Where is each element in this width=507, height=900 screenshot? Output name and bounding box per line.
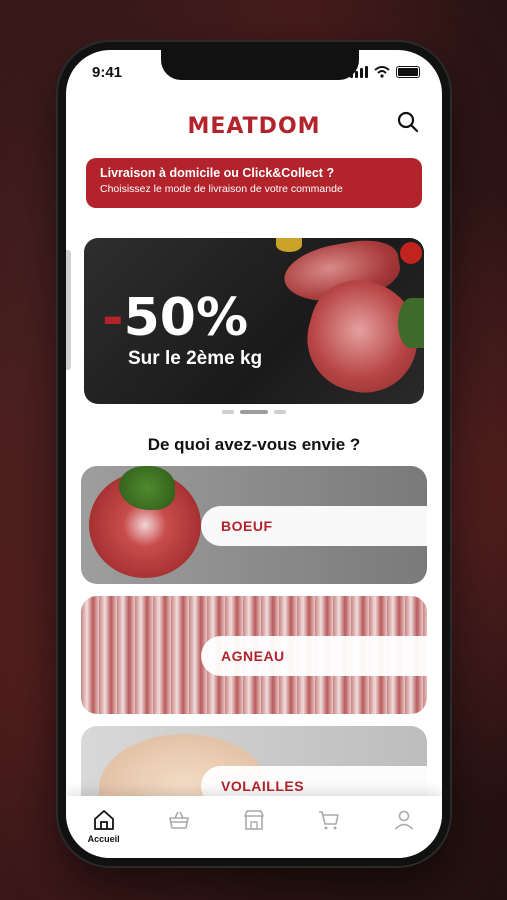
tab-cart[interactable]	[303, 808, 355, 832]
herb-decoration	[398, 298, 424, 348]
tab-basket[interactable]	[153, 808, 205, 832]
status-icons	[350, 66, 420, 78]
section-title: De quoi avez-vous envie ?	[147, 435, 361, 454]
pager-dot-active[interactable]	[240, 410, 268, 414]
battery-icon	[396, 66, 420, 78]
pager-dot[interactable]	[274, 410, 286, 414]
oil-bowl-decoration	[276, 238, 302, 252]
tab-account[interactable]	[378, 808, 430, 832]
status-time: 9:41	[92, 64, 123, 81]
bottom-tab-bar: Accueil	[66, 796, 442, 858]
tab-home-label: Accueil	[87, 834, 120, 844]
promo-carousel-slide[interactable]: -50% Sur le 2ème kg	[84, 238, 424, 404]
app-screen: 9:41 MEATDOM Livraison à domicile ou Cli…	[66, 50, 442, 858]
carousel-pager	[66, 410, 442, 414]
category-label: BOEUF	[201, 506, 427, 546]
basket-icon	[168, 811, 189, 829]
category-card-boeuf[interactable]: BOEUF	[81, 466, 427, 584]
pager-dot[interactable]	[222, 410, 234, 414]
wifi-icon	[374, 66, 390, 78]
delivery-banner-title: Livraison à domicile ou Click&Collect ?	[100, 166, 335, 180]
search-icon[interactable]	[396, 110, 420, 134]
carousel-prev-edge	[66, 250, 71, 370]
promo-tagline: Sur le 2ème kg	[128, 348, 263, 369]
shop-icon	[244, 810, 264, 830]
tab-home[interactable]: Accueil	[78, 808, 130, 844]
phone-notch	[161, 50, 359, 80]
category-card-agneau[interactable]: AGNEAU	[81, 596, 427, 714]
brand-logo: MEATDOM	[187, 114, 321, 139]
cart-icon	[319, 811, 339, 830]
tomato-decoration	[400, 242, 422, 264]
promo-discount: -50%	[102, 288, 249, 348]
phone-frame: 9:41 MEATDOM Livraison à domicile ou Cli…	[58, 42, 450, 866]
delivery-mode-banner[interactable]: Livraison à domicile ou Click&Collect ? …	[86, 158, 422, 208]
tab-shop[interactable]	[228, 808, 280, 832]
home-icon	[93, 810, 114, 830]
delivery-banner-subtitle: Choisissez le mode de livraison de votre…	[100, 183, 343, 195]
category-label: AGNEAU	[201, 636, 427, 676]
user-icon	[395, 810, 414, 830]
